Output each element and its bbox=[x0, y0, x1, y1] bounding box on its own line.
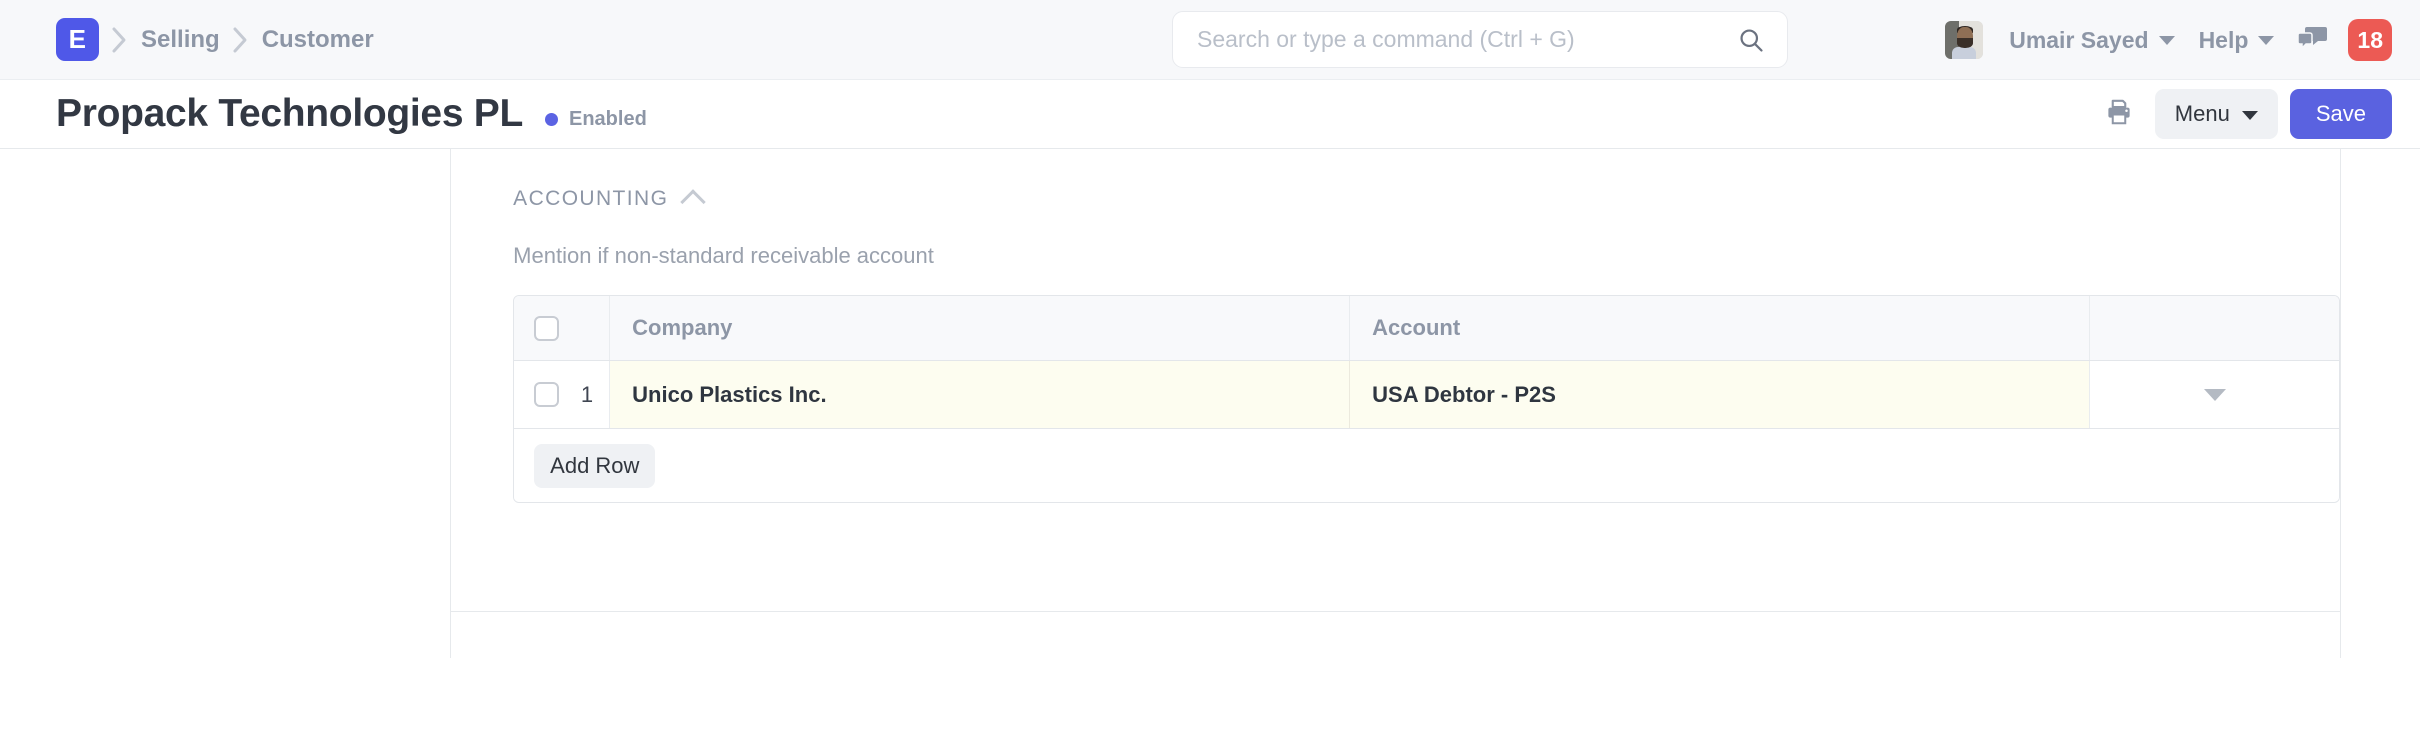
page-title: Propack Technologies PL bbox=[56, 92, 523, 136]
chevron-down-icon bbox=[2258, 36, 2274, 45]
chat-bubbles-icon bbox=[2298, 24, 2328, 57]
title-group: Propack Technologies PL Enabled bbox=[56, 92, 647, 136]
left-gutter bbox=[0, 149, 451, 658]
user-menu[interactable]: Umair Sayed bbox=[1997, 17, 2186, 63]
printer-icon bbox=[2104, 97, 2134, 132]
grid-footer-row: Add Row bbox=[514, 429, 2339, 502]
notification-badge[interactable]: 18 bbox=[2348, 19, 2392, 61]
page-actions: Menu Save bbox=[2093, 80, 2392, 148]
section-divider bbox=[451, 611, 2340, 612]
search-icon[interactable] bbox=[1737, 26, 1765, 54]
row-select-cell[interactable] bbox=[514, 361, 562, 428]
form-panel: ACCOUNTING Mention if non-standard recei… bbox=[451, 149, 2341, 658]
add-row-button[interactable]: Add Row bbox=[534, 444, 655, 488]
page-header: Propack Technologies PL Enabled Menu Sav… bbox=[0, 80, 2420, 148]
chevron-right-icon bbox=[220, 25, 262, 55]
field-description: Mention if non-standard receivable accou… bbox=[451, 211, 2340, 269]
status-badge: Enabled bbox=[545, 108, 647, 131]
menu-button-label: Menu bbox=[2175, 101, 2230, 127]
table-row[interactable]: 1 Unico Plastics Inc. USA Debtor - P2S bbox=[514, 361, 2339, 429]
print-button[interactable] bbox=[2093, 91, 2145, 137]
column-header-actions bbox=[2090, 296, 2339, 360]
column-header-account[interactable]: Account bbox=[1350, 296, 2090, 360]
avatar[interactable] bbox=[1945, 21, 1983, 59]
status-dot-icon bbox=[545, 113, 558, 126]
cell-company[interactable]: Unico Plastics Inc. bbox=[610, 361, 1350, 428]
top-navbar: E Selling Customer Umair Sayed Help bbox=[0, 0, 2420, 80]
row-index: 1 bbox=[562, 361, 610, 428]
right-gutter bbox=[2341, 149, 2420, 658]
row-expand-cell[interactable] bbox=[2090, 361, 2339, 428]
chat-button[interactable] bbox=[2286, 17, 2340, 63]
section-header-accounting[interactable]: ACCOUNTING bbox=[451, 149, 702, 211]
chevron-right-icon bbox=[99, 25, 141, 55]
section-title: ACCOUNTING bbox=[513, 187, 668, 211]
navbar-right-actions: Umair Sayed Help 18 bbox=[1945, 0, 2392, 80]
column-header-company[interactable]: Company bbox=[610, 296, 1350, 360]
chevron-down-icon bbox=[2242, 111, 2258, 120]
chevron-down-icon bbox=[2159, 36, 2175, 45]
chevron-down-icon[interactable] bbox=[2204, 389, 2226, 401]
save-button[interactable]: Save bbox=[2290, 89, 2392, 139]
menu-button[interactable]: Menu bbox=[2155, 89, 2278, 139]
global-search[interactable] bbox=[1172, 11, 1788, 68]
help-menu[interactable]: Help bbox=[2187, 17, 2287, 63]
app-logo[interactable]: E bbox=[56, 18, 99, 61]
select-all-checkbox[interactable] bbox=[534, 316, 559, 341]
select-all-cell[interactable] bbox=[514, 296, 610, 360]
user-name-label: Umair Sayed bbox=[2009, 27, 2148, 54]
search-input[interactable] bbox=[1197, 26, 1737, 53]
status-label: Enabled bbox=[569, 108, 647, 131]
cell-account[interactable]: USA Debtor - P2S bbox=[1350, 361, 2090, 428]
accounts-grid: Company Account 1 Unico Plastics Inc. US… bbox=[513, 295, 2340, 503]
grid-header-row: Company Account bbox=[514, 296, 2339, 361]
row-checkbox[interactable] bbox=[534, 382, 559, 407]
breadcrumb: E Selling Customer bbox=[56, 18, 374, 61]
breadcrumb-item-selling[interactable]: Selling bbox=[141, 26, 220, 54]
breadcrumb-item-customer[interactable]: Customer bbox=[262, 26, 374, 54]
add-row-cell: Add Row bbox=[514, 429, 2339, 502]
help-label: Help bbox=[2199, 27, 2249, 54]
search-box[interactable] bbox=[1172, 11, 1788, 68]
content-area: ACCOUNTING Mention if non-standard recei… bbox=[0, 148, 2420, 658]
